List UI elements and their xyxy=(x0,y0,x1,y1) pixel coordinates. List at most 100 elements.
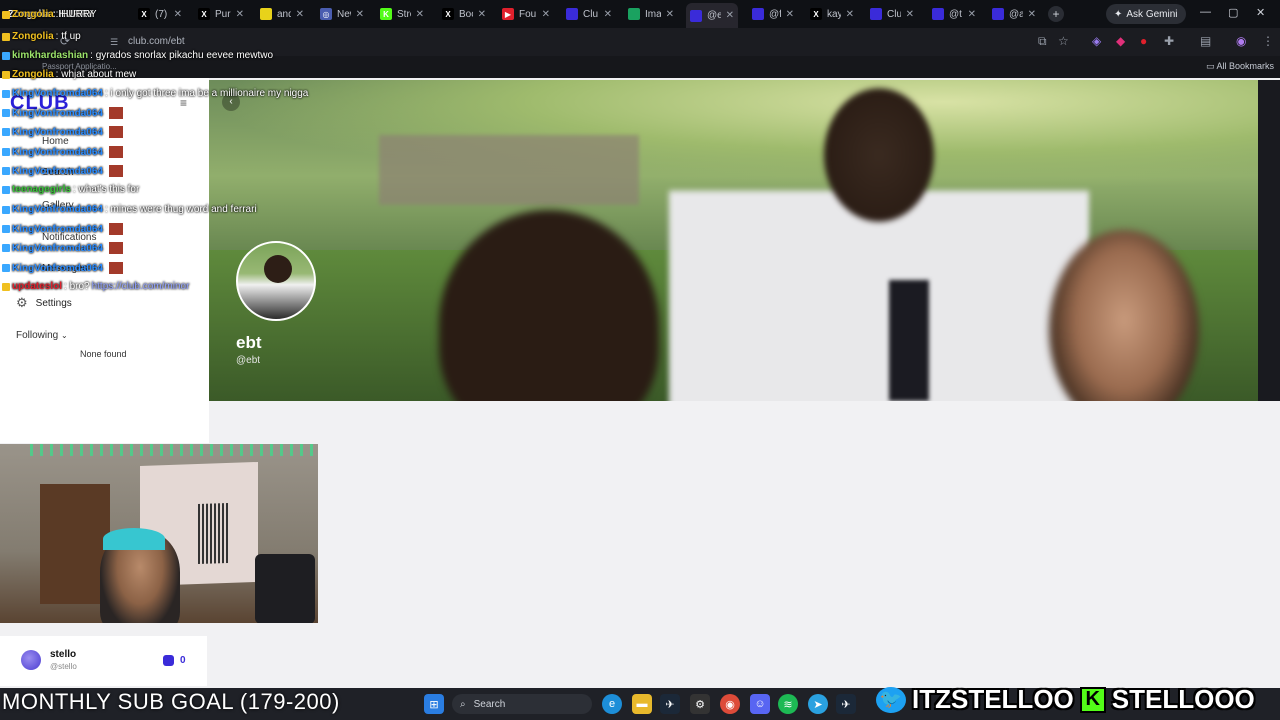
tab-close-icon[interactable]: ✕ xyxy=(786,9,794,20)
settings-label: Settings xyxy=(35,297,72,309)
tab-label: @a xyxy=(1009,8,1023,20)
sidebar-item-settings[interactable]: ⚙ Settings xyxy=(16,295,72,311)
new-tab-button[interactable]: + xyxy=(1048,6,1064,22)
tab-close-icon[interactable]: ✕ xyxy=(296,9,304,20)
following-dropdown[interactable]: Following ⌄ xyxy=(16,330,68,341)
site-info-icon[interactable]: ☰ xyxy=(110,37,118,48)
steam-icon-2[interactable]: ✈ xyxy=(836,694,856,714)
bookmark-star-icon[interactable]: ☆ xyxy=(1058,34,1069,48)
taskbar-search[interactable]: ⌕ Search xyxy=(452,694,592,714)
tab-14[interactable]: @t ✕ xyxy=(928,4,980,24)
scrollbar[interactable] xyxy=(1258,80,1280,401)
tab-close-icon[interactable]: ✕ xyxy=(666,9,674,20)
tab-close-icon[interactable]: ✕ xyxy=(174,9,182,20)
tab-5[interactable]: K Stre ✕ xyxy=(376,4,428,24)
chat-message: kimkhardashian : gyrados snorlax pikachu… xyxy=(2,50,273,61)
chat-username[interactable]: KingVonfromda064 xyxy=(12,108,103,119)
file-explorer-icon[interactable]: ▬ xyxy=(632,694,652,714)
tab-favicon-icon: X xyxy=(442,8,454,20)
all-bookmarks-button[interactable]: ▭ All Bookmarks xyxy=(1206,61,1274,72)
chat-username[interactable]: KingVonfromda064 xyxy=(12,88,103,99)
tab-close-icon[interactable]: ✕ xyxy=(542,9,550,20)
kick-handle: STELLOOO xyxy=(1111,684,1255,714)
gear-icon: ⚙ xyxy=(16,295,28,310)
extension-icon[interactable]: ◈ xyxy=(1092,34,1101,48)
ask-gemini-button[interactable]: ✦ Ask Gemini xyxy=(1106,4,1186,24)
maximize-icon[interactable]: ▢ xyxy=(1228,6,1238,19)
chat-emote-icon xyxy=(108,146,123,158)
tab-favicon-icon xyxy=(870,8,882,20)
tab-3[interactable]: and ✕ xyxy=(256,4,308,24)
chat-message: KingVonfromda064 : mines were thug word … xyxy=(2,204,257,215)
tab-1[interactable]: X (7) ✕ xyxy=(134,4,186,24)
tab-close-icon[interactable]: ✕ xyxy=(906,9,914,20)
chat-username[interactable]: Zongolia xyxy=(12,9,54,20)
extensions-puzzle-icon[interactable]: ✚ xyxy=(1164,34,1174,48)
discord-icon[interactable]: ☺ xyxy=(750,694,770,714)
browser-menu-icon[interactable]: ⋮ xyxy=(1262,34,1274,48)
extension-icon-2[interactable]: ◆ xyxy=(1116,34,1125,48)
chat-emote-icon xyxy=(108,126,123,138)
tab-close-icon[interactable]: ✕ xyxy=(356,9,364,20)
chat-message: KingVonfromda064 : i only got three ima … xyxy=(2,88,308,99)
profile-avatar-icon[interactable]: ◉ xyxy=(1236,34,1246,48)
tab-close-icon[interactable]: ✕ xyxy=(726,10,734,21)
chat-username[interactable]: KingVonfromda064 xyxy=(12,166,103,177)
chat-username[interactable]: KingVonfromda064 xyxy=(12,263,103,274)
tab-close-icon[interactable]: ✕ xyxy=(1028,9,1036,20)
install-icon[interactable]: ⧉ xyxy=(1038,34,1047,49)
chat-username[interactable]: Zongolia xyxy=(12,69,54,80)
spotify-icon[interactable]: ≋ xyxy=(778,694,798,714)
windows-start-icon[interactable]: ⊞ xyxy=(424,694,444,714)
chat-username[interactable]: KingVonfromda064 xyxy=(12,147,103,158)
tab-close-icon[interactable]: ✕ xyxy=(846,9,854,20)
tab-2[interactable]: X Purr ✕ xyxy=(194,4,248,24)
tab-15[interactable]: @a ✕ xyxy=(988,4,1040,24)
tab-8[interactable]: Clu ✕ xyxy=(562,4,616,24)
chat-link[interactable]: https://club.com/minor xyxy=(92,281,190,292)
tab-6[interactable]: X Boc ✕ xyxy=(438,4,490,24)
chat-message: Zongolia : HURRY xyxy=(2,9,97,20)
chat-username[interactable]: teenagegirls xyxy=(12,184,71,195)
tab-10[interactable]: @e ✕ xyxy=(686,3,738,28)
minimize-icon[interactable]: — xyxy=(1200,6,1211,18)
tab-label: kay xyxy=(827,8,841,20)
tab-13[interactable]: Clu ✕ xyxy=(866,4,918,24)
tab-close-icon[interactable]: ✕ xyxy=(416,9,424,20)
close-window-icon[interactable]: ✕ xyxy=(1256,6,1265,19)
avatar[interactable] xyxy=(21,650,41,670)
extension-icon-3[interactable]: ● xyxy=(1140,34,1147,48)
chat-username[interactable]: KingVonfromda064 xyxy=(12,204,103,215)
chat-badge-icon xyxy=(2,148,10,156)
chat-badge-icon xyxy=(2,109,10,117)
user-name: stello xyxy=(50,649,77,660)
url-field[interactable]: club.com/ebt xyxy=(128,36,185,47)
tab-favicon-icon: X xyxy=(810,8,822,20)
steam-icon[interactable]: ✈ xyxy=(660,694,680,714)
edge-icon[interactable]: e xyxy=(602,694,622,714)
tab-7[interactable]: ▶ Fou ✕ xyxy=(498,4,554,24)
tab-close-icon[interactable]: ✕ xyxy=(478,9,486,20)
tab-close-icon[interactable]: ✕ xyxy=(968,9,976,20)
settings-app-icon[interactable]: ⚙ xyxy=(690,694,710,714)
telegram-icon[interactable]: ➤ xyxy=(808,694,828,714)
profile-name: ebt xyxy=(236,333,262,352)
tab-9[interactable]: Ima ✕ xyxy=(624,4,678,24)
tab-12[interactable]: Xkay ✕ xyxy=(806,4,858,24)
sidepanel-icon[interactable]: ▤ xyxy=(1200,34,1211,48)
profile-avatar[interactable] xyxy=(236,241,316,321)
tab-close-icon[interactable]: ✕ xyxy=(604,9,612,20)
chrome-icon[interactable]: ◉ xyxy=(720,694,740,714)
points-badge[interactable]: 0 xyxy=(158,650,191,670)
chat-username[interactable]: updateslol xyxy=(12,281,62,292)
chat-message: teenagegirls : what's this for xyxy=(2,184,139,195)
chat-username[interactable]: KingVonfromda064 xyxy=(12,243,103,254)
chat-message: KingVonfromda064 xyxy=(2,165,123,177)
chat-username[interactable]: kimkhardashian xyxy=(12,50,88,61)
chat-username[interactable]: KingVonfromda064 xyxy=(12,224,103,235)
chat-username[interactable]: Zongolia xyxy=(12,31,54,42)
tab-close-icon[interactable]: ✕ xyxy=(236,9,244,20)
chat-username[interactable]: KingVonfromda064 xyxy=(12,127,103,138)
tab-11[interactable]: @fi ✕ xyxy=(748,4,798,24)
tab-4[interactable]: ◎ New ✕ xyxy=(316,4,368,24)
